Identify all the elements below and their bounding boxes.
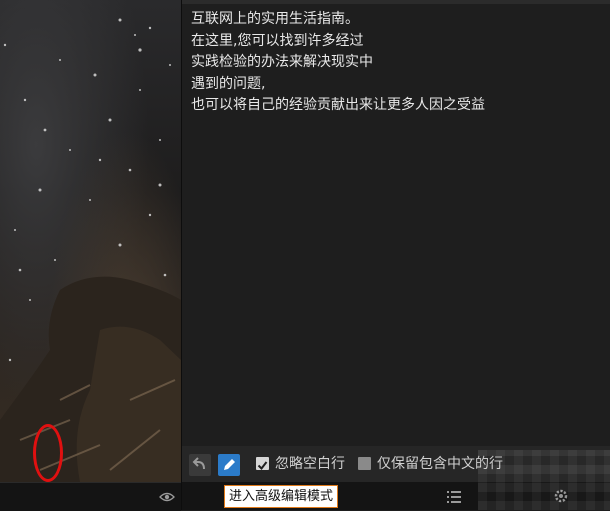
water-texture [0, 18, 181, 482]
check-icon [257, 461, 268, 471]
list-icon[interactable] [447, 491, 461, 503]
undo-button[interactable] [189, 454, 211, 476]
text-line: 实践检验的办法来解决现实中 [191, 54, 373, 70]
text-line: 互联网上的实用生活指南。 [191, 11, 359, 27]
tooltip: 进入高级编辑模式 [224, 485, 339, 508]
undo-icon [192, 457, 205, 470]
keep-chinese-checkbox[interactable] [358, 457, 371, 470]
eye-icon[interactable] [159, 491, 175, 503]
ignore-blank-checkbox[interactable] [256, 457, 269, 471]
text-line: 也可以将自己的经验贡献出来让更多人因之受益 [191, 97, 485, 113]
text-line: 遇到的问题, [191, 76, 266, 92]
advanced-edit-button[interactable] [218, 454, 240, 476]
preview-bottom-bar [0, 482, 181, 511]
subtitle-text-editor[interactable]: 互联网上的实用生活指南。 在这里,您可以找到许多经过 实践检验的办法来解决现实中… [182, 4, 610, 446]
watermark-blur [478, 450, 610, 510]
video-preview-panel [0, 0, 181, 482]
pencil-icon [224, 459, 235, 470]
ignore-blank-label[interactable]: 忽略空白行 [275, 455, 345, 473]
text-line: 在这里,您可以找到许多经过 [191, 33, 364, 49]
